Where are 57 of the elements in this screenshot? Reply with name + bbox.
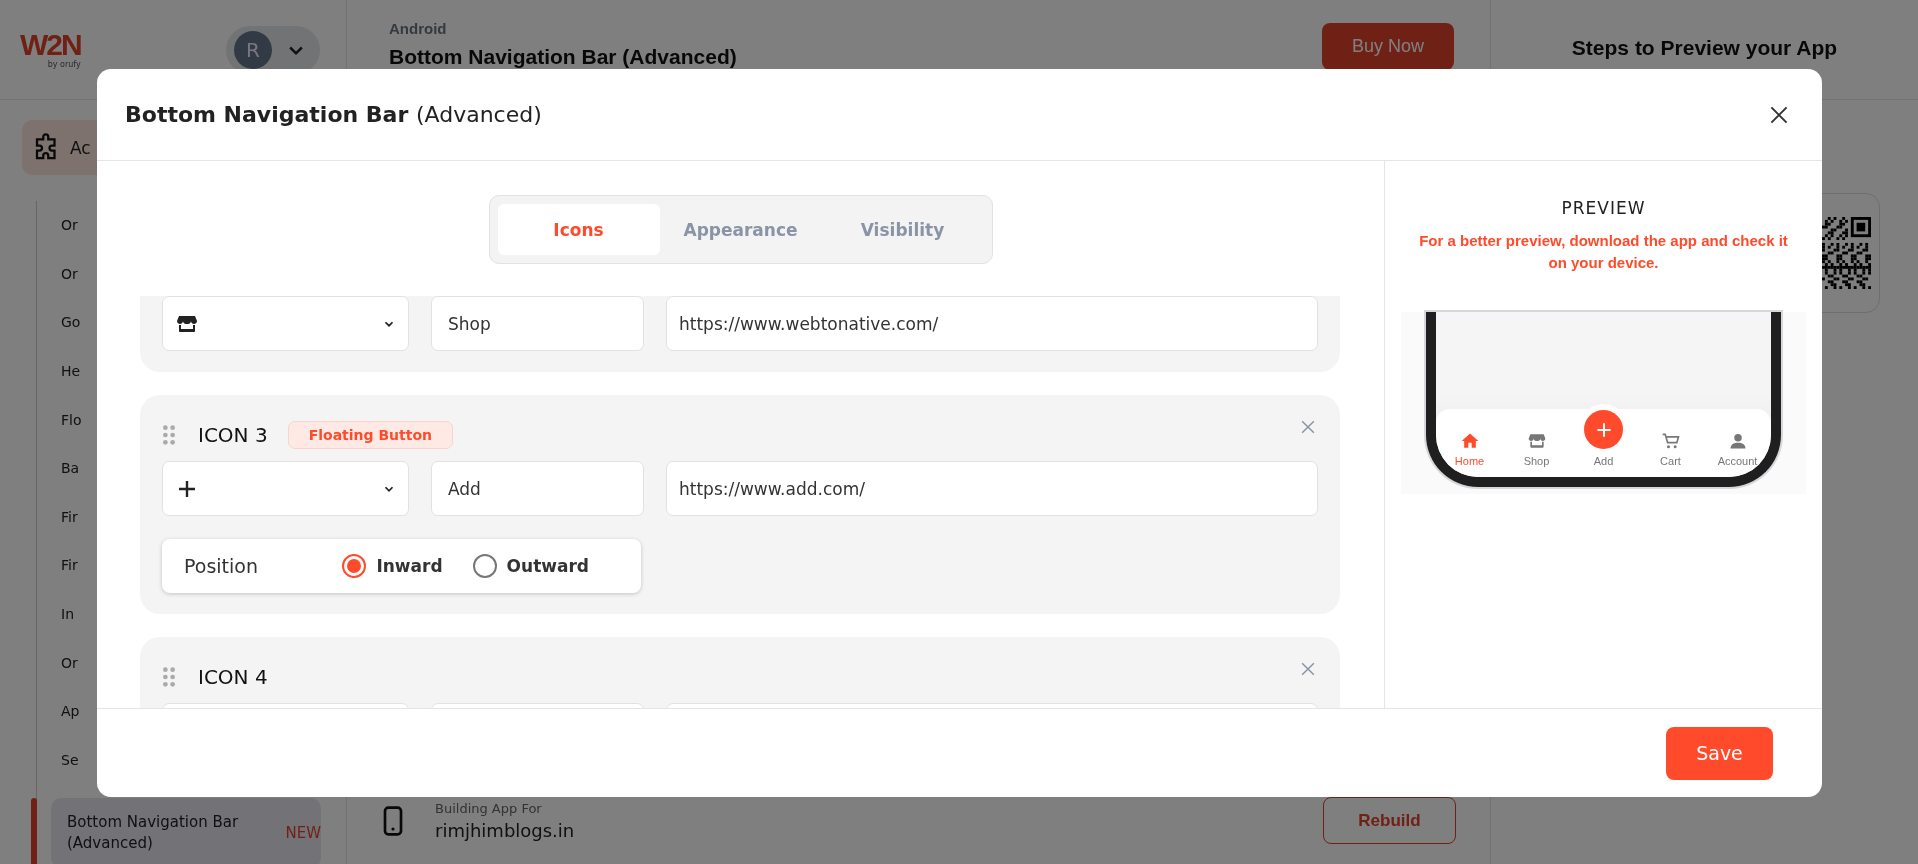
nav-item[interactable]: Cart [1641, 431, 1700, 467]
sidebar-item[interactable]: Or [51, 249, 78, 299]
input-field[interactable]: https://www.webtonative.com/ [666, 296, 1318, 351]
sidebar-item[interactable]: Fir [51, 492, 78, 542]
tab[interactable]: Icons [497, 204, 660, 255]
drag-handle-icon[interactable] [162, 425, 176, 445]
nav-item[interactable]: Account [1708, 431, 1767, 467]
home-icon [1459, 431, 1480, 451]
save-button[interactable]: Save [1666, 726, 1773, 780]
drag-handle-icon[interactable] [162, 667, 176, 687]
buy-now-button[interactable]: Buy Now [1321, 23, 1454, 70]
build-caption: Building App For [435, 800, 543, 816]
radio-button[interactable] [342, 554, 367, 578]
nav-item[interactable]: Shop [1507, 431, 1566, 467]
preview-title: PREVIEW [1561, 198, 1646, 218]
sidebar-item[interactable]: Ap [51, 686, 80, 736]
sidebar-item[interactable]: In [51, 589, 74, 639]
preview-note: For a better preview, download the app and check it on your device. [1418, 231, 1789, 273]
tab[interactable]: Visibility [821, 204, 984, 255]
radio-option[interactable]: Outward [472, 554, 589, 578]
input-field[interactable]: Shop [431, 296, 644, 351]
radio-option[interactable]: Inward [342, 554, 443, 578]
tab[interactable]: Appearance [659, 204, 822, 255]
radio-label: Outward [506, 556, 589, 576]
sidebar-item[interactable]: Fir [51, 541, 78, 590]
person-icon [1727, 431, 1748, 451]
radio-button[interactable] [472, 554, 497, 578]
logo-mark: W2N [20, 29, 81, 60]
dialog-title: Bottom Navigation Bar (Advanced) [125, 102, 542, 127]
rebuild-button[interactable]: Rebuild [1323, 797, 1456, 844]
page-title: Bottom Navigation Bar (Advanced) [389, 45, 737, 69]
nav-item[interactable]: Home [1440, 431, 1499, 467]
floating-button-badge: Floating Button [287, 421, 454, 449]
card-title: ICON 3 [198, 423, 268, 447]
radio-label: Inward [376, 556, 443, 576]
sidebar-item[interactable]: Ba [51, 443, 80, 493]
sidebar-item[interactable]: Or [51, 638, 78, 687]
active-indicator [31, 798, 37, 864]
sidebar-item[interactable]: Or [51, 201, 78, 250]
card-title: ICON 4 [198, 665, 268, 689]
app-domain: rimjhimblogs.in [435, 819, 576, 841]
input-field[interactable]: https://www.add.com/ [666, 461, 1318, 516]
sidebar-item[interactable]: Go [51, 298, 81, 347]
cart-icon [1660, 431, 1681, 451]
position-label: Position [184, 555, 259, 577]
new-label: NEW [285, 822, 321, 844]
avatar: R [234, 30, 272, 69]
store-icon [1526, 431, 1547, 451]
sidebar-item[interactable]: Se [51, 735, 79, 785]
panel-title: Steps to Preview your App [1571, 36, 1838, 61]
nav-item[interactable]: Add [1574, 410, 1633, 467]
input-field[interactable]: Add [431, 461, 644, 516]
sidebar-item[interactable]: He [51, 346, 81, 396]
platform-label: Android [389, 20, 448, 37]
sidebar-item[interactable]: Flo [51, 395, 82, 444]
sidebar-group-label: Ac [70, 137, 91, 158]
logo-byline: by orufy [47, 59, 81, 70]
